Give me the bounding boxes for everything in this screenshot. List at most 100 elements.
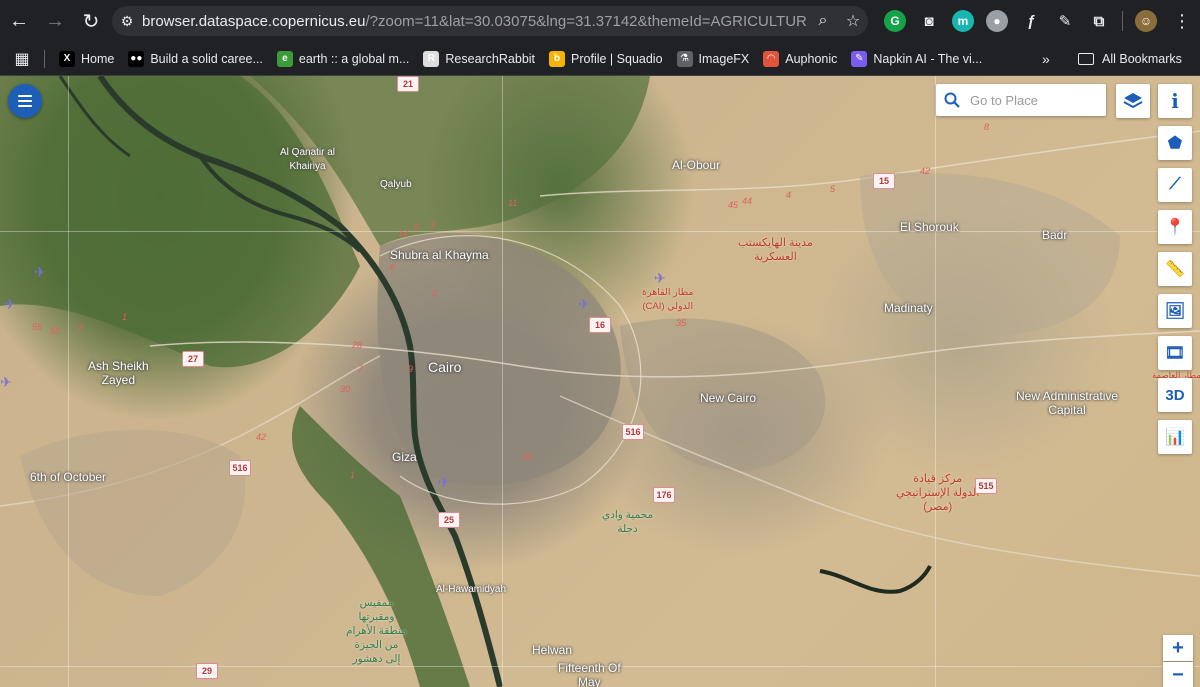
zoom-in-button[interactable]: + xyxy=(1163,635,1193,661)
road-number: 5 xyxy=(830,184,836,194)
profile-avatar[interactable]: ☺ xyxy=(1135,10,1157,32)
place-label: New Cairo xyxy=(700,391,757,405)
arabic-place-label: مدينة الهايكستب العسكرية xyxy=(738,237,813,263)
place-label: Cairo xyxy=(428,359,462,375)
url-text[interactable]: browser.dataspace.copernicus.eu/?zoom=11… xyxy=(142,13,808,30)
all-bookmarks-button[interactable]: All Bookmarks xyxy=(1078,52,1182,66)
apps-grid-icon[interactable]: ▦ xyxy=(0,49,44,69)
road-number: 1 xyxy=(350,470,356,480)
formula-icon[interactable]: ƒ xyxy=(1020,10,1042,32)
ruler-button[interactable]: 📏 xyxy=(1158,252,1192,286)
road-number: 7 xyxy=(358,364,364,374)
timelapse-button[interactable]: 🎞 xyxy=(1158,336,1192,370)
bookmark-label: ResearchRabbit xyxy=(445,51,536,66)
road-number: 28 xyxy=(352,340,363,350)
bookmark-list: X Home ●● Build a solid caree... e earth :: a… xyxy=(45,50,983,67)
grammarly-icon[interactable]: G xyxy=(884,10,906,32)
arabic-place-label: مركز قيادة الدولة الإستراتيجي (مصر) xyxy=(896,473,980,513)
address-bar[interactable]: ⚙ browser.dataspace.copernicus.eu/?zoom=… xyxy=(112,6,868,36)
road-shield: 27 xyxy=(182,351,204,367)
eyedropper-icon[interactable]: ✎ xyxy=(1054,10,1076,32)
poi-marker-button[interactable]: 📍 xyxy=(1158,210,1192,244)
x-logo-icon: X xyxy=(59,50,75,67)
pentagon-icon: ⬟ xyxy=(1168,135,1182,152)
measure-distance-button[interactable]: ⟋ xyxy=(1158,168,1192,202)
layers-button[interactable] xyxy=(1116,84,1150,118)
place-label: El Shorouk xyxy=(900,220,959,234)
airport-icon: ✈ xyxy=(654,270,666,286)
road-number: 35 xyxy=(676,318,687,328)
place-label: Al-Hawamidyah xyxy=(436,584,507,595)
bookmark-label: Auphonic xyxy=(785,51,838,66)
zoom-out-button[interactable]: − xyxy=(1163,662,1193,687)
road-number: 55 xyxy=(32,322,43,332)
3d-button[interactable]: 3D xyxy=(1158,378,1192,412)
place-label: Helwan xyxy=(532,643,573,657)
bookmark-1[interactable]: ●● Build a solid caree... xyxy=(128,50,263,67)
bookmark-4[interactable]: b Profile | Squadio xyxy=(549,50,663,67)
satellite-map[interactable]: Al Qanatir al Khairiya Qalyub Al-Obour El… xyxy=(0,76,1200,687)
bookmark-star-icon[interactable]: ☆ xyxy=(838,11,868,31)
pinned-extension-icon[interactable]: ● xyxy=(986,10,1008,32)
url-path: /?zoom=11&lat=30.03075&lng=31.37142&them… xyxy=(365,12,808,30)
bookmark-0[interactable]: X Home xyxy=(59,50,114,67)
bookmark-5[interactable]: ⚗ ImageFX xyxy=(676,50,750,67)
main-menu-button[interactable] xyxy=(8,84,42,118)
bookmark-label: ImageFX xyxy=(698,51,750,66)
road-number: 2 xyxy=(432,288,438,298)
url-host: browser.dataspace.copernicus.eu xyxy=(142,12,366,30)
camera-icon[interactable]: ◙ xyxy=(918,10,940,32)
m-extension-icon[interactable]: m xyxy=(952,10,974,32)
arabic-place-label: مطار القاهرة (CAI) الدولي xyxy=(642,287,694,312)
road-shield: 15 xyxy=(873,173,895,189)
grid-line xyxy=(935,76,936,687)
extensions-bar: G ◙ m ● ƒ ✎ ⧉ ☺ ⋮ xyxy=(878,6,1191,36)
line-icon: ⟋ xyxy=(1169,176,1181,193)
all-bookmarks-label: All Bookmarks xyxy=(1102,51,1182,66)
bookmark-6[interactable]: ◠ Auphonic xyxy=(763,50,838,67)
map-pin-icon: 📍 xyxy=(1165,219,1185,236)
airport-icon: ✈ xyxy=(0,374,12,390)
statistics-button[interactable]: 📊 xyxy=(1158,420,1192,454)
road-shield: 176 xyxy=(653,487,675,503)
flask-icon: ⚗ xyxy=(676,50,693,67)
site-settings-icon[interactable]: ⚙ xyxy=(112,13,142,30)
aoi-polygon-button[interactable]: ⬟ xyxy=(1158,126,1192,160)
forward-arrow-icon[interactable]: → xyxy=(38,4,72,38)
search-icon xyxy=(936,92,968,108)
airport-icon: ✈ xyxy=(34,264,46,280)
download-image-button[interactable]: 🖼 xyxy=(1158,294,1192,328)
info-button[interactable]: i xyxy=(1158,84,1192,118)
menu-line xyxy=(18,100,32,102)
menu-line xyxy=(18,105,32,107)
airport-icon: ✈ xyxy=(438,474,450,490)
grid-line xyxy=(68,76,69,687)
grid-line xyxy=(0,231,1200,232)
bookmark-label: earth :: a global m... xyxy=(298,51,410,66)
napkin-logo-icon: ✎ xyxy=(851,50,868,67)
bookmark-7[interactable]: ✎ Napkin AI - The vi... xyxy=(851,50,983,67)
bookmark-2[interactable]: e earth :: a global m... xyxy=(276,50,410,67)
place-label: New Administrative Capital xyxy=(1016,389,1119,417)
medium-logo-icon: ●● xyxy=(128,50,145,67)
info-icon: i xyxy=(1171,89,1179,113)
go-to-place-search[interactable] xyxy=(936,84,1106,116)
search-input[interactable] xyxy=(968,91,1100,109)
place-label: Qalyub xyxy=(380,179,412,190)
road-shield: 21 xyxy=(397,76,419,92)
protected-area-label: ممفيس ومقبرتها منطقة الأهرام من الجيزة إلى د… xyxy=(346,597,407,665)
back-arrow-icon[interactable]: ← xyxy=(2,4,36,38)
road-shield: 29 xyxy=(196,663,218,679)
zoom-icon[interactable]: ⌕ xyxy=(808,12,838,30)
bookmark-3[interactable]: R ResearchRabbit xyxy=(423,50,536,67)
more-bookmarks-chevron[interactable]: » xyxy=(1042,51,1050,67)
place-label: Ash Sheikh Zayed xyxy=(88,359,149,387)
bookmark-label: Napkin AI - The vi... xyxy=(873,51,983,66)
place-label: Shubra al Khayma xyxy=(390,248,489,262)
reload-icon[interactable]: ↻ xyxy=(74,4,108,38)
map-terrain xyxy=(0,76,1200,687)
road-number: 9 xyxy=(408,364,414,374)
more-menu-icon[interactable]: ⋮ xyxy=(1173,11,1191,32)
place-label: Al Qanatir al Khairiya xyxy=(280,147,336,172)
puzzle-icon[interactable]: ⧉ xyxy=(1088,10,1110,32)
